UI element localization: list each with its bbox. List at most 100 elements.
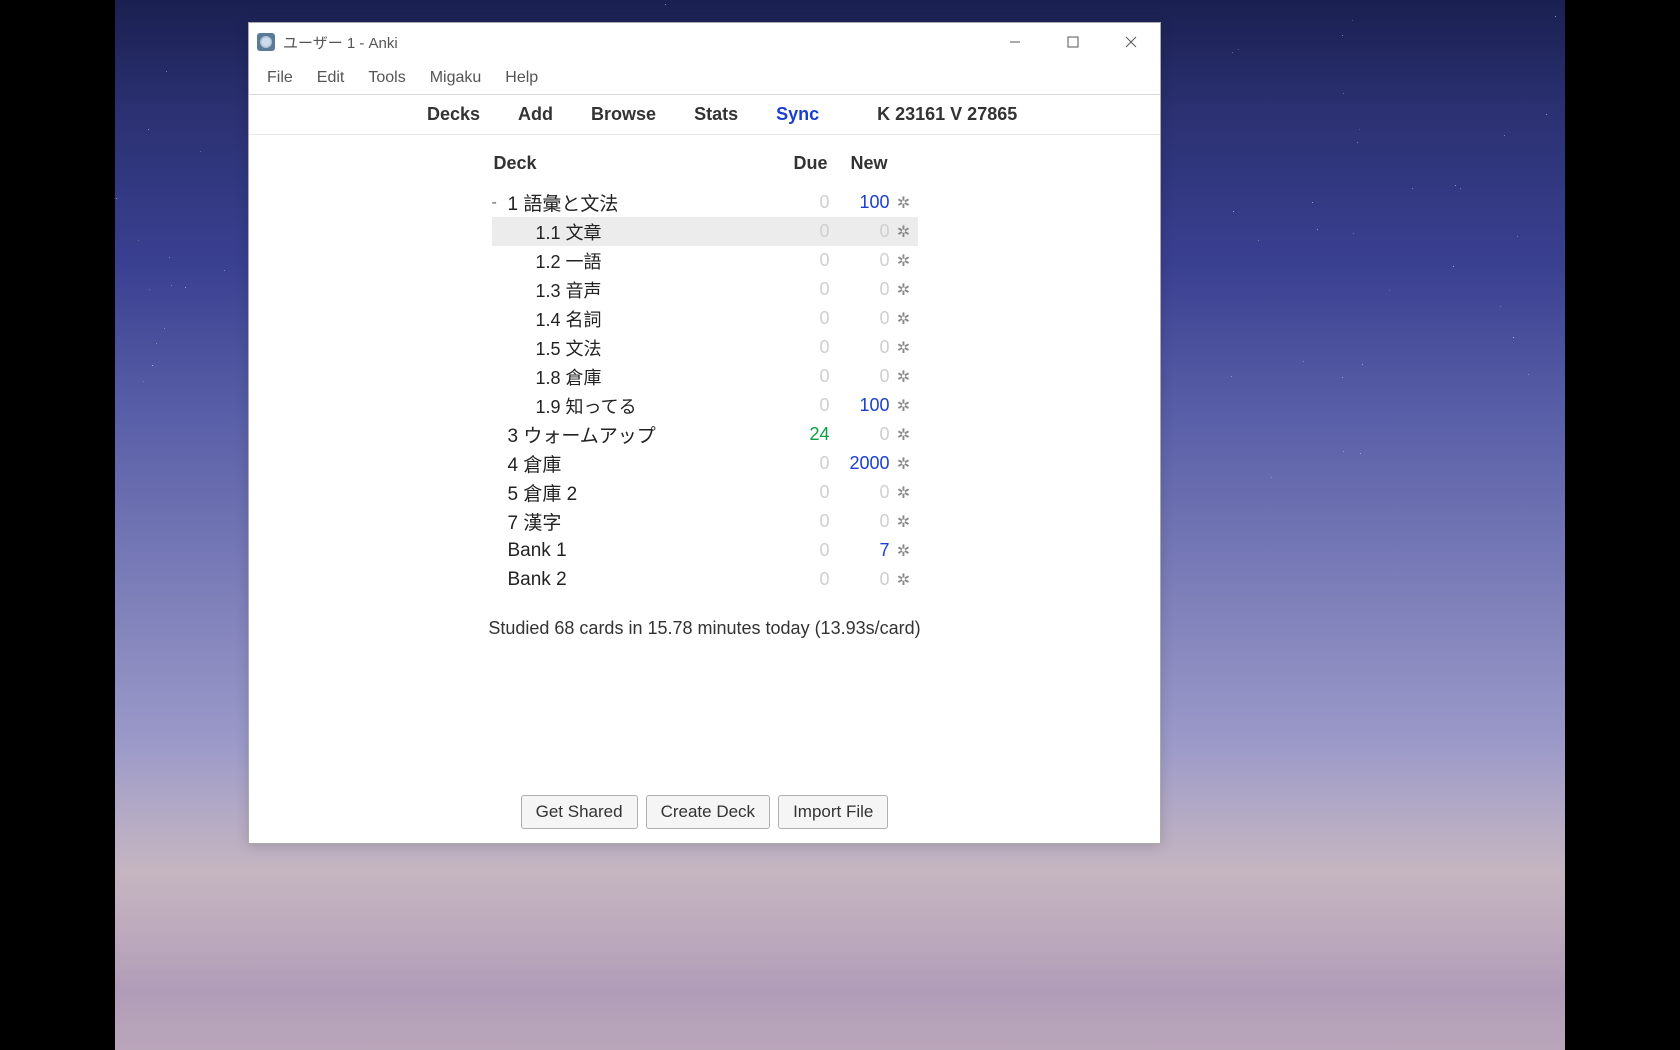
collapse-toggle-icon[interactable]: - — [492, 194, 506, 212]
deck-name[interactable]: 1.9 知ってる — [492, 393, 770, 419]
menu-edit[interactable]: Edit — [305, 63, 357, 93]
maximize-button[interactable] — [1044, 23, 1102, 61]
deck-name[interactable]: 4 倉庫 — [506, 450, 770, 477]
deck-row[interactable]: Bank 200✲ — [492, 565, 918, 594]
gear-icon[interactable]: ✲ — [890, 425, 918, 445]
deck-row[interactable]: 1.1 文章00✲ — [492, 217, 918, 246]
toolbar: Decks Add Browse Stats Sync K 23161 V 27… — [249, 95, 1160, 135]
deck-due-count: 0 — [770, 540, 830, 561]
deck-due-count: 0 — [770, 250, 830, 271]
gear-icon[interactable]: ✲ — [890, 454, 918, 474]
deck-new-count: 0 — [830, 511, 890, 532]
header-new: New — [828, 153, 888, 174]
deck-row[interactable]: 1.4 名詞00✲ — [492, 304, 918, 333]
anki-window: ユーザー 1 - Anki File Edit Tools Migaku Hel… — [248, 22, 1161, 844]
deck-name[interactable]: 1.5 文法 — [492, 335, 770, 361]
deck-due-count: 0 — [770, 511, 830, 532]
toolbar-decks[interactable]: Decks — [427, 104, 480, 125]
get-shared-button[interactable]: Get Shared — [521, 795, 638, 829]
deck-due-count: 0 — [770, 395, 830, 416]
deck-name[interactable]: 7 漢字 — [506, 508, 770, 535]
deck-new-count: 2000 — [830, 453, 890, 474]
deck-new-count: 0 — [830, 279, 890, 300]
deck-row[interactable]: 3 ウォームアップ240✲ — [492, 420, 918, 449]
deck-due-count: 0 — [770, 482, 830, 503]
study-status: Studied 68 cards in 15.78 minutes today … — [488, 618, 920, 639]
deck-due-count: 0 — [770, 569, 830, 590]
deck-row[interactable]: 1.3 音声00✲ — [492, 275, 918, 304]
deck-new-count: 0 — [830, 569, 890, 590]
deck-new-count: 100 — [830, 192, 890, 213]
gear-icon[interactable]: ✲ — [890, 222, 918, 242]
deck-name[interactable]: 1.2 一語 — [492, 248, 770, 274]
deck-new-count: 7 — [830, 540, 890, 561]
bottom-bar: Get Shared Create Deck Import File — [249, 781, 1160, 843]
deck-new-count: 100 — [830, 395, 890, 416]
deck-new-count: 0 — [830, 250, 890, 271]
gear-icon[interactable]: ✲ — [890, 338, 918, 358]
gear-icon[interactable]: ✲ — [890, 541, 918, 561]
deck-new-count: 0 — [830, 366, 890, 387]
content-area: Deck Due New -1 語彙と文法0100✲1.1 文章00✲1.2 一… — [249, 135, 1160, 781]
deck-row[interactable]: 1.8 倉庫00✲ — [492, 362, 918, 391]
window-title: ユーザー 1 - Anki — [283, 32, 986, 53]
deck-row[interactable]: 7 漢字00✲ — [492, 507, 918, 536]
deck-name[interactable]: Bank 2 — [506, 569, 770, 591]
titlebar[interactable]: ユーザー 1 - Anki — [249, 23, 1160, 61]
gear-icon[interactable]: ✲ — [890, 251, 918, 271]
deck-row[interactable]: 4 倉庫02000✲ — [492, 449, 918, 478]
toolbar-sync[interactable]: Sync — [776, 104, 819, 125]
gear-icon[interactable]: ✲ — [890, 367, 918, 387]
deck-due-count: 0 — [770, 221, 830, 242]
header-due: Due — [768, 153, 828, 174]
deck-name[interactable]: 1 語彙と文法 — [506, 189, 770, 216]
deck-due-count: 0 — [770, 279, 830, 300]
toolbar-counters[interactable]: K 23161 V 27865 — [877, 104, 1017, 125]
deck-row[interactable]: 1.5 文法00✲ — [492, 333, 918, 362]
import-file-button[interactable]: Import File — [778, 795, 888, 829]
toolbar-browse[interactable]: Browse — [591, 104, 656, 125]
header-deck: Deck — [492, 153, 768, 174]
gear-icon[interactable]: ✲ — [890, 396, 918, 416]
deck-due-count: 0 — [770, 308, 830, 329]
gear-icon[interactable]: ✲ — [890, 193, 918, 213]
deck-due-count: 0 — [770, 453, 830, 474]
deck-name[interactable]: 1.3 音声 — [492, 277, 770, 303]
deck-new-count: 0 — [830, 221, 890, 242]
app-icon — [257, 33, 275, 51]
gear-icon[interactable]: ✲ — [890, 570, 918, 590]
toolbar-add[interactable]: Add — [518, 104, 553, 125]
deck-table: Deck Due New -1 語彙と文法0100✲1.1 文章00✲1.2 一… — [492, 145, 918, 594]
deck-new-count: 0 — [830, 424, 890, 445]
deck-name[interactable]: 3 ウォームアップ — [506, 421, 770, 448]
create-deck-button[interactable]: Create Deck — [646, 795, 770, 829]
close-button[interactable] — [1102, 23, 1160, 61]
deck-row[interactable]: 1.2 一語00✲ — [492, 246, 918, 275]
gear-icon[interactable]: ✲ — [890, 309, 918, 329]
deck-row[interactable]: 1.9 知ってる0100✲ — [492, 391, 918, 420]
menu-file[interactable]: File — [255, 63, 305, 93]
deck-name[interactable]: 1.8 倉庫 — [492, 364, 770, 390]
deck-name[interactable]: Bank 1 — [506, 540, 770, 562]
gear-icon[interactable]: ✲ — [890, 280, 918, 300]
toolbar-stats[interactable]: Stats — [694, 104, 738, 125]
deck-table-header: Deck Due New — [492, 145, 918, 188]
menu-migaku[interactable]: Migaku — [418, 63, 494, 93]
deck-new-count: 0 — [830, 337, 890, 358]
deck-due-count: 24 — [770, 424, 830, 445]
deck-row[interactable]: 5 倉庫 200✲ — [492, 478, 918, 507]
minimize-button[interactable] — [986, 23, 1044, 61]
menu-tools[interactable]: Tools — [356, 63, 417, 93]
deck-due-count: 0 — [770, 366, 830, 387]
deck-due-count: 0 — [770, 337, 830, 358]
menu-help[interactable]: Help — [493, 63, 550, 93]
gear-icon[interactable]: ✲ — [890, 483, 918, 503]
deck-row[interactable]: -1 語彙と文法0100✲ — [492, 188, 918, 217]
deck-name[interactable]: 1.1 文章 — [492, 219, 770, 245]
deck-new-count: 0 — [830, 308, 890, 329]
deck-name[interactable]: 1.4 名詞 — [492, 306, 770, 332]
deck-row[interactable]: Bank 107✲ — [492, 536, 918, 565]
deck-name[interactable]: 5 倉庫 2 — [506, 479, 770, 506]
gear-icon[interactable]: ✲ — [890, 512, 918, 532]
deck-due-count: 0 — [770, 192, 830, 213]
